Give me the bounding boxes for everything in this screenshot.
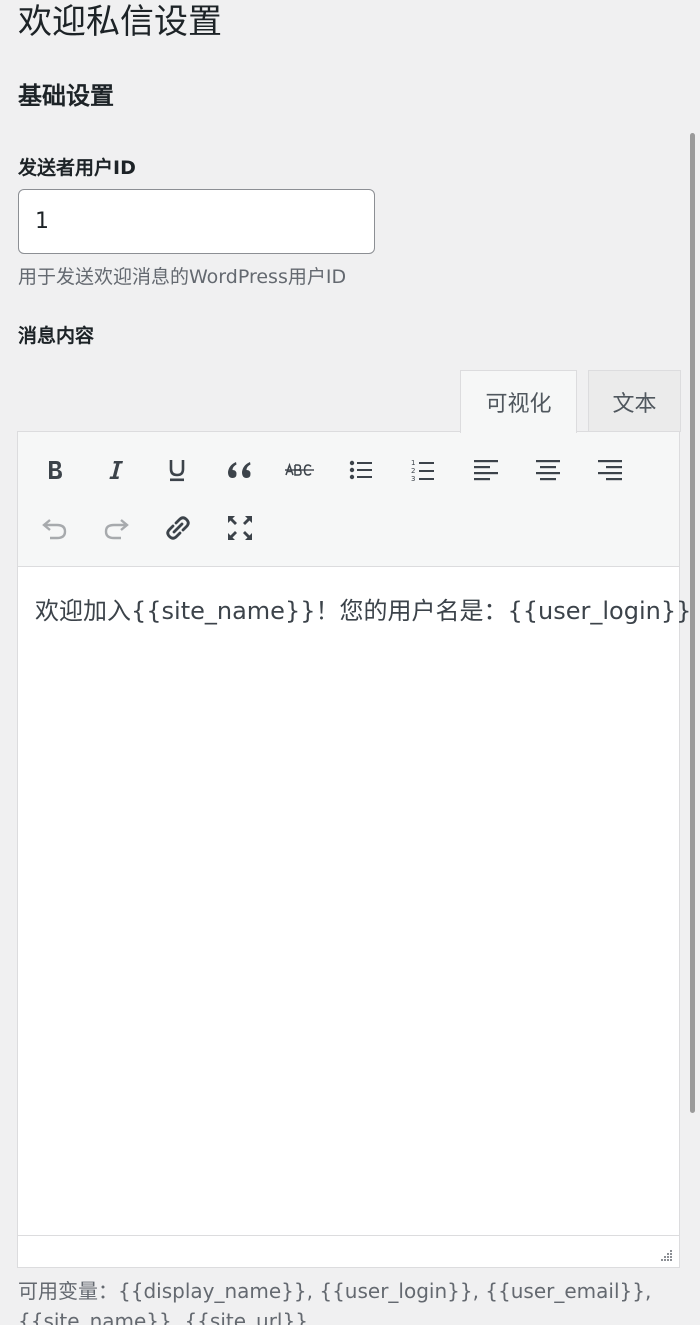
resize-handle-icon[interactable]	[659, 1248, 673, 1262]
fullscreen-button[interactable]	[218, 506, 262, 550]
link-icon	[166, 516, 190, 540]
numbered-list-icon: 1 2 3	[411, 459, 434, 482]
available-variables-line-2: {{site_name}}, {{site_url}}	[18, 1309, 308, 1325]
underline-button[interactable]	[155, 448, 199, 492]
section-title-basic: 基础设置	[18, 82, 114, 110]
sender-id-description: 用于发送欢迎消息的WordPress用户ID	[18, 266, 347, 288]
editor-status-bar	[18, 1235, 679, 1267]
undo-icon	[42, 519, 67, 540]
editor-toolbar: 1 2 3	[18, 432, 679, 567]
svg-text:1: 1	[411, 459, 415, 467]
svg-text:3: 3	[411, 475, 415, 482]
fullscreen-icon	[228, 516, 252, 540]
insert-link-button[interactable]	[156, 506, 200, 550]
italic-button[interactable]	[94, 448, 138, 492]
align-right-icon	[598, 460, 622, 481]
align-center-button[interactable]	[526, 448, 570, 492]
bulleted-list-icon	[349, 460, 372, 480]
align-right-button[interactable]	[588, 448, 632, 492]
blockquote-icon	[228, 462, 251, 478]
editor-content-area[interactable]: 欢迎加入{{site_name}}！您的用户名是：{{user_login}}	[18, 568, 692, 1235]
align-center-icon	[536, 460, 560, 481]
blockquote-button[interactable]	[217, 448, 261, 492]
align-left-button[interactable]	[464, 448, 508, 492]
page-title: 欢迎私信设置	[18, 2, 222, 42]
tab-text[interactable]: 文本	[588, 370, 681, 432]
italic-icon	[109, 461, 123, 479]
underline-icon	[169, 460, 185, 482]
message-editor: 1 2 3 欢迎加入{{site_name}}！您的用户名是：{{user_lo…	[17, 431, 692, 1268]
tab-visual-label: 可视化	[485, 392, 552, 417]
page-scrollbar[interactable]	[690, 133, 695, 1113]
bulleted-list-button[interactable]	[339, 448, 383, 492]
svg-text:2: 2	[411, 467, 415, 475]
tab-visual[interactable]: 可视化	[460, 370, 577, 433]
numbered-list-button[interactable]: 1 2 3	[401, 448, 445, 492]
tab-text-label: 文本	[612, 391, 657, 417]
strikethrough-icon	[285, 462, 314, 476]
bold-button[interactable]	[33, 448, 77, 492]
available-variables-line-1: 可用变量：{{display_name}}, {{user_login}}, {…	[18, 1279, 652, 1303]
available-variables-help: 可用变量：{{display_name}}, {{user_login}}, {…	[18, 1276, 678, 1325]
strikethrough-button[interactable]	[278, 448, 322, 492]
undo-button[interactable]	[33, 506, 77, 550]
redo-button[interactable]	[94, 506, 138, 550]
message-content-label: 消息内容	[18, 325, 95, 347]
align-left-icon	[474, 460, 498, 481]
message-content-text: 欢迎加入{{site_name}}！您的用户名是：{{user_login}}	[35, 597, 692, 625]
bold-icon	[49, 461, 62, 479]
sender-id-label: 发送者用户ID	[18, 157, 136, 179]
sender-id-input[interactable]	[18, 189, 375, 254]
welcome-dm-settings-page: 欢迎私信设置 基础设置 发送者用户ID 用于发送欢迎消息的WordPress用户…	[0, 0, 700, 1325]
redo-icon	[104, 519, 129, 540]
